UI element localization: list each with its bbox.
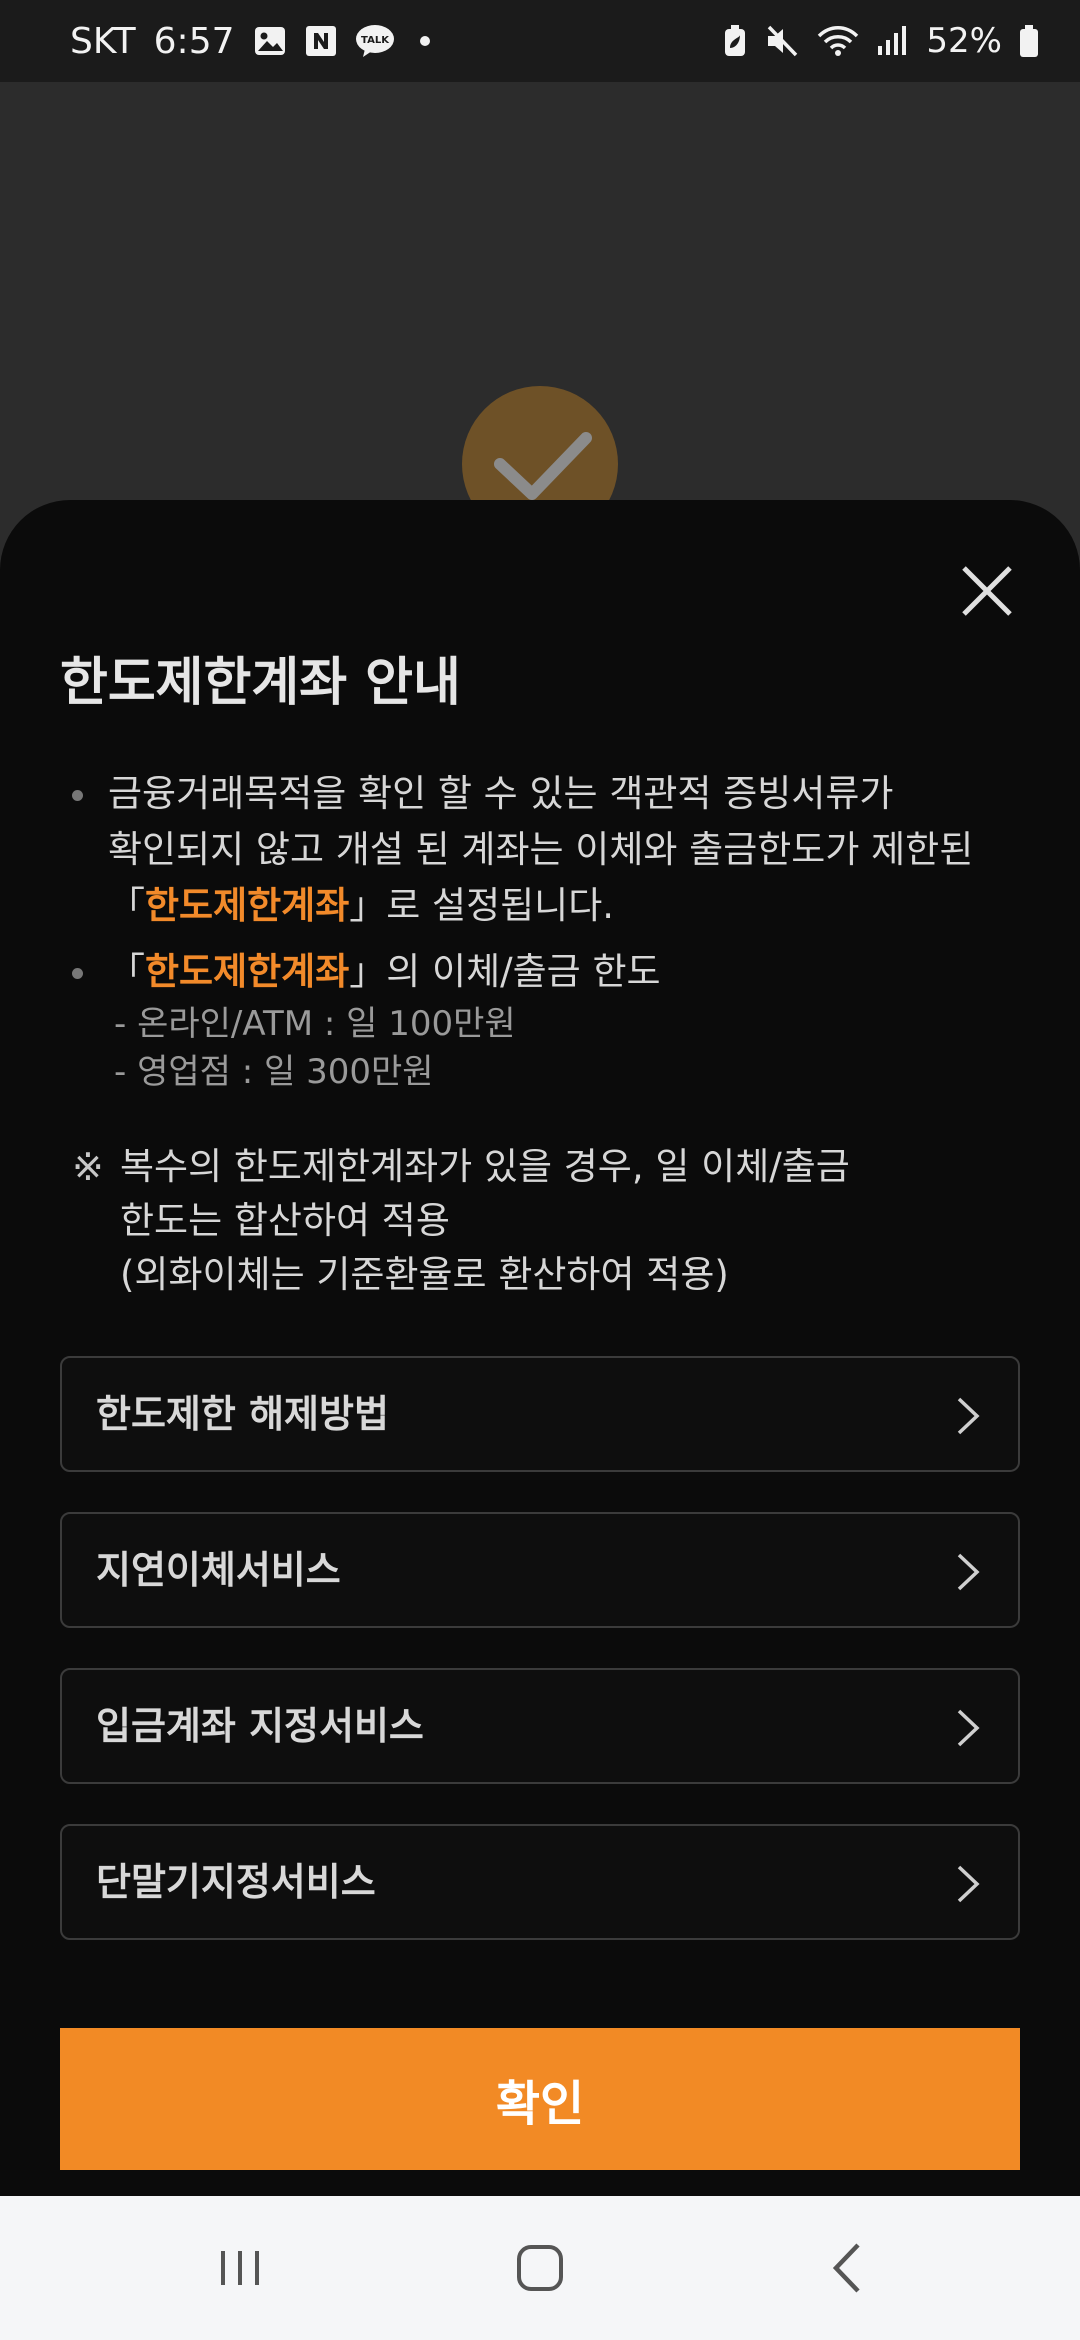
system-nav-bar	[0, 2196, 1080, 2340]
info-paragraph-1: 금융거래목적을 확인 할 수 있는 객관적 증빙서류가 확인되지 않고 개설 된…	[72, 766, 974, 934]
note-line3: (외화이체는 기준환율로 환산하여 적용)	[120, 1253, 729, 1296]
mute-icon	[764, 24, 800, 58]
menu-device-designation[interactable]: 단말기지정서비스	[60, 1824, 1020, 1940]
menu-label: 입금계좌 지정서비스	[96, 1704, 424, 1748]
svg-text:TALK: TALK	[361, 35, 390, 46]
sheet-title: 한도제한계좌 안내	[60, 653, 461, 713]
bottom-sheet: 한도제한계좌 안내 금융거래목적을 확인 할 수 있는 객관적 증빙서류가 확인…	[0, 500, 1080, 2196]
limit-branch: - 영업점 : 일 300만원	[114, 1052, 434, 1092]
reference-mark: ※	[72, 1145, 104, 1189]
gallery-icon	[253, 24, 287, 58]
para2-line: 「한도제한계좌」의 이체/출금 한도	[108, 950, 661, 993]
chevron-right-icon	[957, 1709, 980, 1747]
carrier: SKT	[70, 20, 136, 62]
para1-line2: 확인되지 않고 개설 된 계좌는 이체와 출금한도가 제한된	[108, 828, 974, 871]
menu-limit-release[interactable]: 한도제한 해제방법	[60, 1356, 1020, 1472]
menu-label: 한도제한 해제방법	[96, 1392, 389, 1436]
home-button[interactable]	[490, 2196, 590, 2340]
menu-deposit-account-designation[interactable]: 입금계좌 지정서비스	[60, 1668, 1020, 1784]
status-bar: SKT 6:57 TALK 52%	[0, 0, 1080, 82]
highlight-account-type: 한도제한계좌	[145, 950, 350, 993]
menu-delayed-transfer[interactable]: 지연이체서비스	[60, 1512, 1020, 1628]
menu-label: 지연이체서비스	[96, 1548, 341, 1592]
note-line2: 한도는 합산하여 적용	[120, 1199, 450, 1242]
para1-line1: 금융거래목적을 확인 할 수 있는 객관적 증빙서류가	[108, 772, 894, 815]
chevron-right-icon	[957, 1397, 980, 1435]
bullet-dot	[72, 968, 83, 979]
bullet-dot	[72, 790, 83, 801]
limit-online-atm: - 온라인/ATM : 일 100만원	[114, 1004, 516, 1044]
chevron-right-icon	[957, 1865, 980, 1903]
recent-apps-icon	[221, 2251, 259, 2285]
clock: 6:57	[153, 20, 235, 62]
battery-icon	[1018, 24, 1040, 58]
naver-icon	[305, 25, 337, 57]
close-button[interactable]	[962, 566, 1012, 616]
close-icon	[962, 566, 1012, 616]
notice-text: ※ 복수의 한도제한계좌가 있을 경우, 일 이체/출금 한도는 합산하여 적용…	[72, 1140, 850, 1302]
battery-percent: 52%	[926, 21, 1002, 61]
battery-saver-icon	[722, 24, 748, 58]
kakaotalk-icon: TALK	[355, 24, 395, 58]
confirm-button[interactable]: 확인	[60, 2028, 1020, 2170]
home-icon	[517, 2245, 563, 2291]
back-button[interactable]	[796, 2196, 896, 2340]
menu-label: 단말기지정서비스	[96, 1860, 376, 1904]
note-line1: 복수의 한도제한계좌가 있을 경우, 일 이체/출금	[120, 1145, 850, 1188]
back-icon	[832, 2243, 860, 2293]
info-paragraph-2: 「한도제한계좌」의 이체/출금 한도	[72, 944, 661, 1000]
para1-line3: 「한도제한계좌」로 설정됩니다.	[108, 884, 615, 927]
signal-icon	[876, 24, 910, 58]
chevron-right-icon	[957, 1553, 980, 1591]
wifi-icon	[816, 24, 860, 58]
recent-apps-button[interactable]	[190, 2196, 290, 2340]
highlight-account-type: 한도제한계좌	[145, 884, 350, 927]
dot-icon	[413, 29, 437, 53]
